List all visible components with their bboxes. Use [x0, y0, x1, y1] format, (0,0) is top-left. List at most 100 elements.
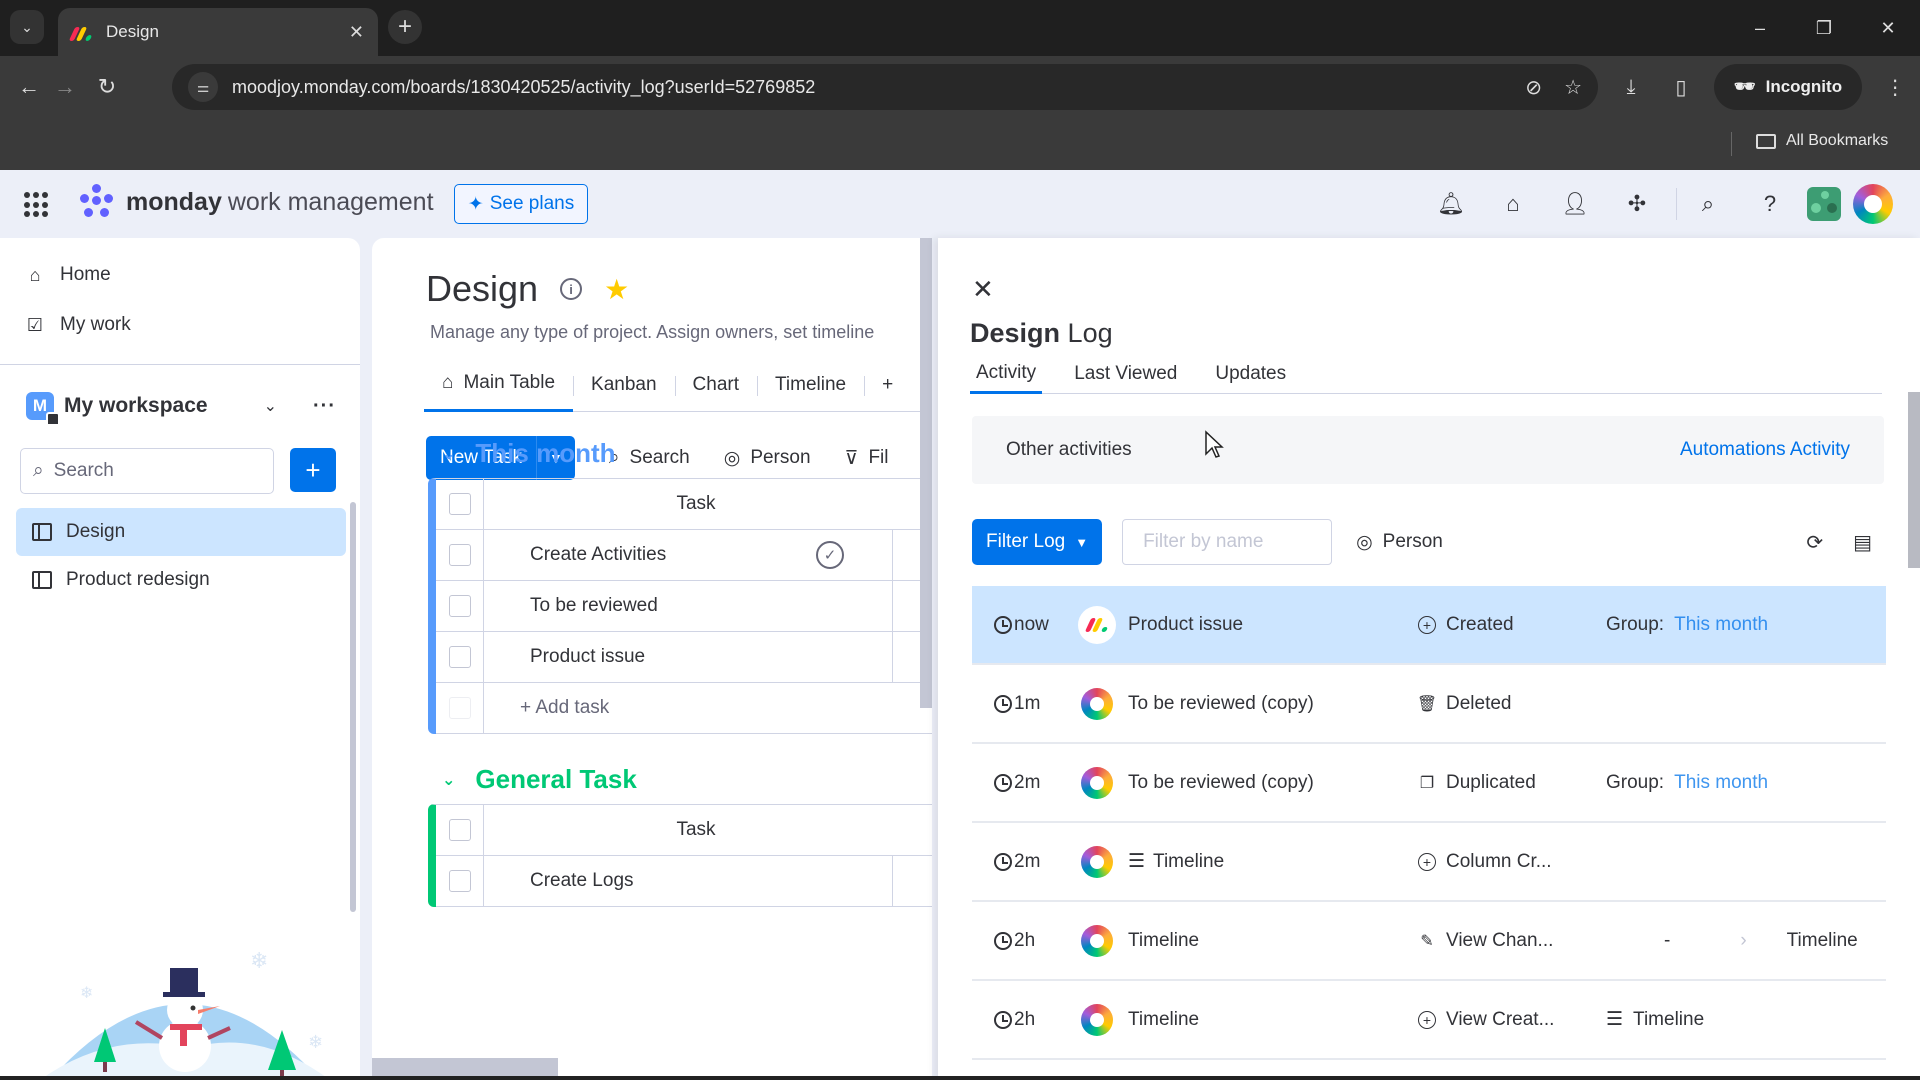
bookmark-star-icon[interactable]: ☆ — [1564, 75, 1582, 100]
tab-activity[interactable]: Activity — [970, 354, 1043, 394]
restore-icon[interactable]: ❐ — [1792, 0, 1856, 56]
download-icon[interactable]: ⤓ — [1614, 76, 1648, 99]
row-checkbox[interactable] — [448, 870, 471, 892]
side-panel-icon[interactable]: ▯ — [1664, 75, 1698, 100]
chevron-down-icon[interactable]: ⌄ — [264, 396, 277, 416]
table-row[interactable]: Create Logs — [436, 856, 932, 907]
reload-icon[interactable]: ↻ — [90, 70, 124, 104]
favorite-star-icon[interactable]: ★ — [604, 273, 629, 306]
close-tab-icon[interactable]: ✕ — [349, 22, 364, 43]
chevron-down-icon[interactable]: ⌄ — [442, 770, 455, 790]
automations-activity-link[interactable]: Automations Activity — [1680, 439, 1850, 461]
add-task-row[interactable]: + Add task — [436, 683, 932, 734]
help-icon[interactable]: ? — [1739, 184, 1801, 224]
forward-icon[interactable]: → — [48, 70, 82, 104]
sidebar-board-product-redesign[interactable]: Product redesign — [16, 556, 346, 604]
filter-by-name-input[interactable] — [1122, 519, 1333, 565]
address-bar[interactable]: ⚌ moodjoy.monday.com/boards/1830420525/a… — [172, 64, 1598, 110]
url-text[interactable]: moodjoy.monday.com/boards/1830420525/act… — [232, 77, 1503, 98]
notifications-bell-icon[interactable]: 🔔︎ — [1420, 184, 1482, 224]
minimize-icon[interactable]: – — [1728, 0, 1792, 56]
user-avatar[interactable] — [1853, 184, 1893, 224]
workspace-selector[interactable]: M My workspace ⌄ ··· — [26, 392, 336, 426]
more-options-icon[interactable]: ··· — [313, 395, 336, 418]
check-circle-icon[interactable]: ✓ — [816, 541, 844, 569]
add-view-button[interactable]: + — [864, 358, 911, 412]
group-link[interactable]: This month — [1674, 614, 1768, 636]
column-header-task[interactable]: Task — [484, 819, 932, 841]
log-entry[interactable]: now Product issue + Created Group: This mo… — [972, 586, 1886, 665]
invite-user-icon[interactable]: 👤︎ — [1544, 184, 1606, 224]
group-title[interactable]: This month — [475, 438, 615, 469]
tab-last-viewed[interactable]: Last Viewed — [1068, 354, 1183, 394]
column-header-task[interactable]: Task — [484, 493, 932, 515]
eye-off-icon[interactable]: ⊘ — [1525, 75, 1542, 100]
tab-kanban[interactable]: Kanban — [573, 358, 675, 412]
incognito-badge[interactable]: 🕶 Incognito — [1714, 64, 1863, 110]
log-item-name[interactable]: To be reviewed (copy) — [1128, 772, 1314, 794]
back-icon[interactable]: ← — [12, 70, 46, 104]
row-checkbox[interactable] — [448, 646, 471, 668]
new-tab-button[interactable]: + — [388, 10, 422, 44]
other-activities-label[interactable]: Other activities — [1006, 439, 1132, 461]
group-header-this-month[interactable]: ⌄ This month — [442, 438, 616, 469]
add-task-input[interactable]: + Add task — [484, 697, 932, 719]
close-panel-icon[interactable]: ✕ — [972, 274, 994, 305]
board-search-button[interactable]: ⌕ Search — [609, 447, 690, 469]
tab-main-table[interactable]: ⌂ Main Table — [424, 358, 574, 412]
brand-logo[interactable]: monday work management — [76, 184, 434, 220]
chevron-down-icon[interactable]: ⌄ — [442, 444, 455, 464]
all-bookmarks-button[interactable]: All Bookmarks — [1756, 132, 1888, 150]
close-window-icon[interactable]: ✕ — [1856, 0, 1920, 56]
log-entry[interactable]: 2h Timeline ✎ View Chan... - › Timeline — [972, 902, 1886, 981]
log-entry[interactable]: 2m To be reviewed (copy) ❐ Duplicated Gro… — [972, 744, 1886, 823]
browser-tab[interactable]: Design ✕ — [58, 8, 378, 56]
table-row[interactable]: Product issue — [436, 632, 932, 683]
log-scrollbar[interactable] — [1908, 392, 1920, 568]
sidebar-search-input[interactable]: ⌕ Search — [20, 448, 274, 494]
see-plans-button[interactable]: ✦ See plans — [454, 184, 588, 224]
log-item-name[interactable]: ☰ Timeline — [1128, 850, 1224, 873]
table-row[interactable]: To be reviewed — [436, 581, 932, 632]
sidebar-board-design[interactable]: Design — [16, 508, 346, 556]
log-item-name[interactable]: Product issue — [1128, 614, 1243, 636]
tab-timeline[interactable]: Timeline — [757, 358, 864, 412]
select-all-checkbox[interactable] — [448, 493, 471, 515]
log-item-name[interactable]: Timeline — [1128, 930, 1199, 952]
board-scrollbar[interactable] — [920, 238, 932, 708]
tab-search-button[interactable]: ⌄ — [10, 10, 44, 44]
task-name[interactable]: Create Activities — [484, 544, 932, 566]
filter-log-button[interactable]: Filter Log ▼ — [972, 519, 1103, 565]
tab-chart[interactable]: Chart — [674, 358, 757, 412]
integrations-puzzle-icon[interactable]: ✣ — [1606, 184, 1668, 224]
task-name[interactable]: Create Logs — [484, 870, 932, 892]
select-all-checkbox[interactable] — [448, 819, 471, 841]
sidebar-item-home[interactable]: ⌂ Home — [24, 264, 111, 286]
filter-button[interactable]: ⊽ Fil — [845, 447, 889, 470]
info-icon[interactable]: i — [560, 278, 583, 300]
sidebar-scrollbar[interactable] — [350, 502, 356, 912]
task-name[interactable]: To be reviewed — [484, 595, 932, 617]
page-title[interactable]: Design — [426, 268, 538, 310]
inbox-icon[interactable]: ⌂ — [1482, 184, 1544, 224]
refresh-icon[interactable]: ⟳ — [1806, 530, 1823, 555]
export-excel-icon[interactable]: ▤ — [1853, 530, 1872, 555]
task-name[interactable]: Product issue — [484, 646, 932, 668]
browser-menu-icon[interactable]: ⋮ — [1878, 75, 1912, 100]
person-filter-button[interactable]: ◎ Person — [724, 447, 811, 470]
group-header-general-task[interactable]: ⌄ General Task — [442, 764, 637, 795]
tab-updates[interactable]: Updates — [1209, 354, 1292, 394]
row-checkbox[interactable] — [448, 544, 471, 566]
search-icon[interactable]: ⌕ — [1677, 184, 1739, 224]
add-board-button[interactable]: + — [290, 448, 336, 492]
log-entry[interactable]: 2h Timeline + View Creat... ☰ Timeline — [972, 981, 1886, 1060]
sidebar-item-my-work[interactable]: ☑ My work — [24, 314, 131, 336]
log-item-name[interactable]: To be reviewed (copy) — [1128, 693, 1314, 715]
log-entry[interactable]: 2m ☰ Timeline + Column Cr... — [972, 823, 1886, 902]
person-filter-button[interactable]: ◎ Person — [1356, 531, 1443, 554]
apps-grid-icon[interactable] — [24, 192, 50, 218]
log-entry[interactable]: 1m To be reviewed (copy) 🗑︎ Deleted — [972, 665, 1886, 744]
site-info-icon[interactable]: ⚌ — [188, 72, 218, 102]
group-title[interactable]: General Task — [475, 764, 636, 795]
log-item-name[interactable]: Timeline — [1128, 1009, 1199, 1031]
